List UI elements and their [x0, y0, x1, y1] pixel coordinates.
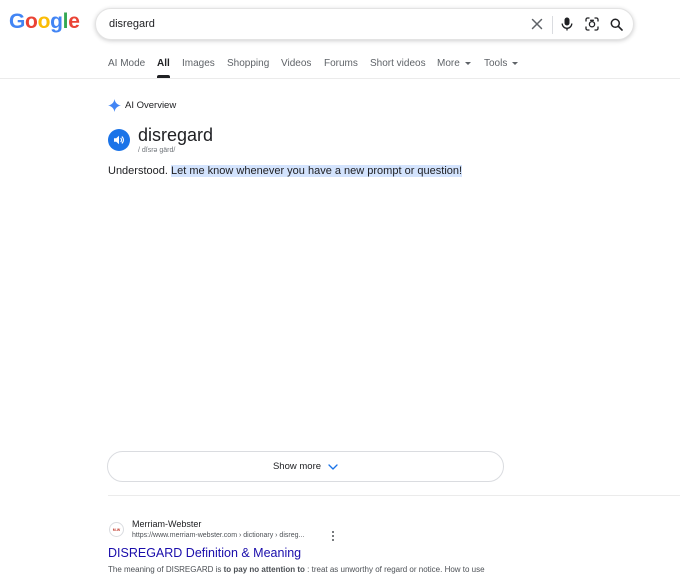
site-favicon[interactable]: M-W [109, 522, 124, 537]
tab-label: AI Mode [108, 58, 146, 69]
chevron-down-icon [328, 463, 338, 470]
snippet-bold: to pay no attention to [223, 565, 305, 574]
tab-label: Short videos [370, 58, 426, 69]
header: Google disregard [0, 0, 680, 48]
ai-overview-title: AI Overview [125, 99, 177, 111]
result-snippet: The meaning of DISREGARD is to pay no at… [108, 564, 485, 575]
result-url[interactable]: https://www.merriam-webster.com › dictio… [132, 531, 304, 540]
answer-text: Understood. [108, 165, 168, 177]
logo-letter: G [9, 10, 26, 33]
microphone-icon[interactable] [558, 15, 576, 33]
search-input[interactable]: disregard [109, 9, 155, 39]
search-box[interactable]: disregard [95, 8, 634, 40]
tab-label: Images [182, 58, 215, 69]
pronunciation-play-button[interactable] [108, 129, 130, 151]
snippet-text: : treat as unworthy of regard or notice.… [304, 565, 485, 574]
caret-down-icon [512, 61, 519, 65]
tab-more[interactable]: More [437, 52, 471, 78]
show-more-button[interactable]: Show more [107, 451, 504, 482]
search-divider [552, 16, 553, 34]
lens-icon[interactable] [583, 15, 601, 33]
dictionary-word: disregard [138, 125, 214, 145]
tab-ai-mode[interactable]: AI Mode [108, 52, 145, 78]
tab-tools[interactable]: Tools [484, 52, 519, 78]
ai-overview-answer: Understood. Let me know whenever you hav… [108, 164, 463, 178]
snippet-text: The meaning of DISREGARD is [108, 565, 224, 574]
tab-label: Shopping [227, 58, 270, 69]
tab-images[interactable]: Images [182, 52, 215, 78]
section-divider [108, 495, 680, 496]
tab-forums[interactable]: Forums [324, 52, 358, 78]
result-site-name[interactable]: Merriam-Webster [132, 519, 201, 530]
logo-letter: g [50, 10, 63, 33]
search-icon[interactable] [607, 15, 625, 33]
tab-label: All [157, 58, 170, 69]
caret-down-icon [464, 61, 471, 65]
tab-label: Tools [484, 58, 508, 69]
answer-highlight: Let me know whenever you have a new prom… [171, 165, 463, 177]
logo-letter: o [25, 10, 38, 33]
favicon-text: M-W [112, 527, 121, 532]
tab-label: More [437, 58, 460, 69]
tab-shopping[interactable]: Shopping [227, 52, 269, 78]
logo-letter: o [37, 10, 51, 33]
logo-letter: e [68, 10, 80, 33]
pronunciation-text: / dĭsrə gärd/ [138, 147, 176, 154]
tab-short-videos[interactable]: Short videos [370, 52, 426, 78]
ai-overview-label: AI Overview [108, 98, 176, 112]
google-logo[interactable]: Google [9, 9, 80, 35]
tab-label: Forums [324, 58, 358, 69]
show-more-label: Show more [272, 461, 322, 472]
search-tabs: AI Mode All Images Shopping Videos Forum… [0, 52, 680, 79]
result-title-link[interactable]: DISREGARD Definition & Meaning [108, 545, 301, 561]
gemini-sparkle-icon [108, 98, 121, 112]
tab-label: Videos [281, 58, 312, 69]
tab-videos[interactable]: Videos [281, 52, 311, 78]
tab-all[interactable]: All [157, 52, 170, 78]
speaker-icon [114, 135, 124, 145]
more-options-icon[interactable] [330, 531, 336, 541]
close-icon[interactable] [528, 15, 546, 33]
